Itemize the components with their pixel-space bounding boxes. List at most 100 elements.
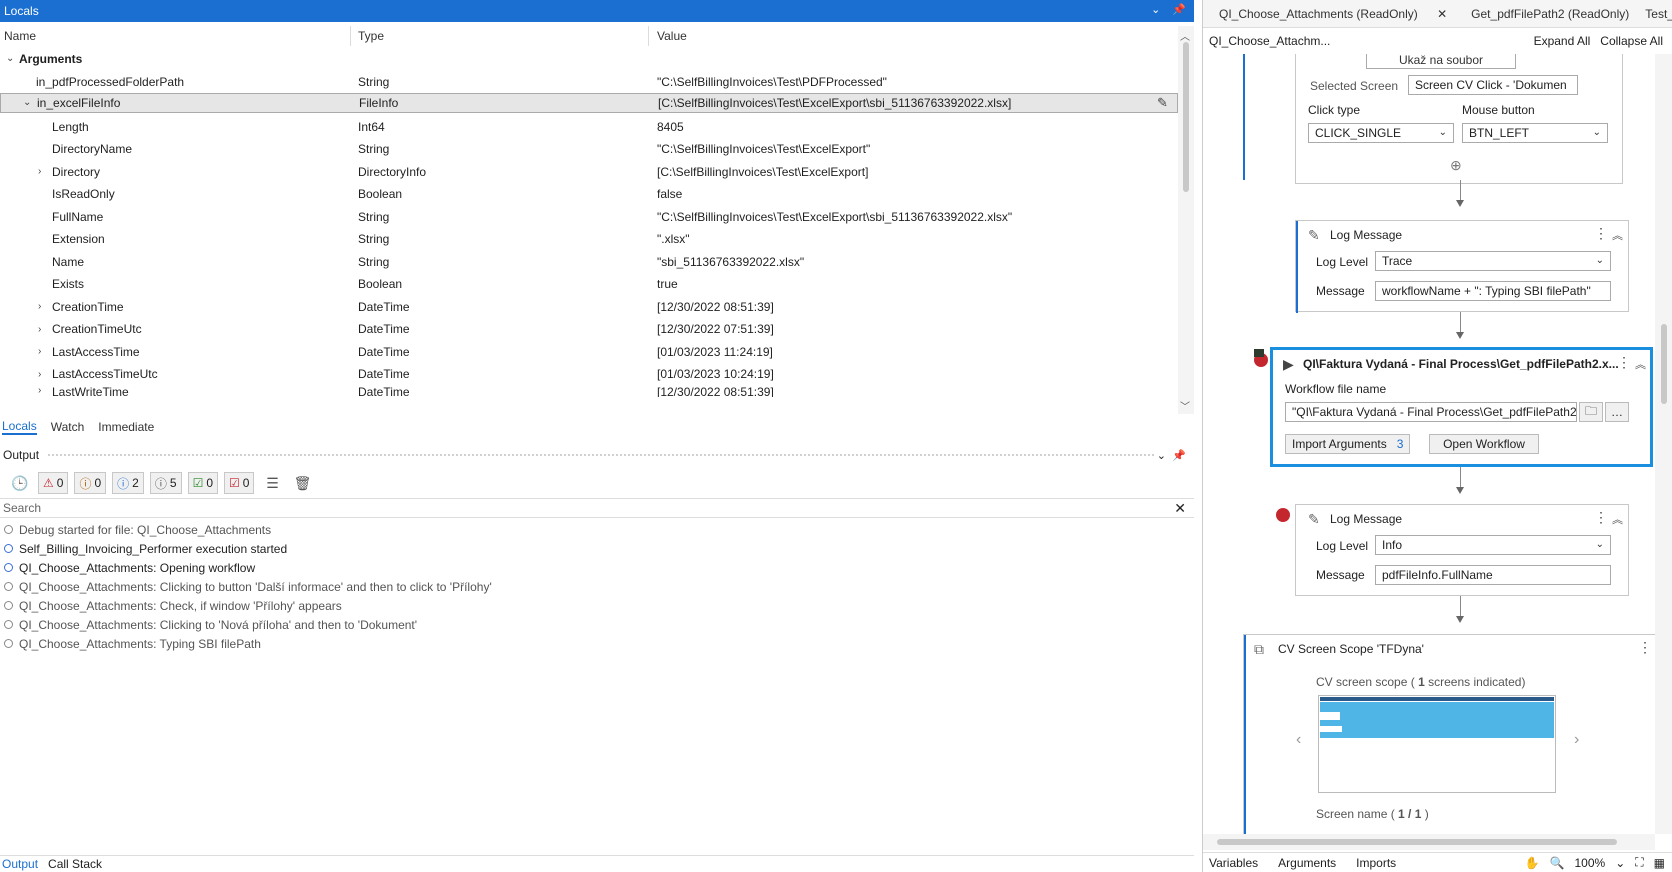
log-entry[interactable]: QI_Choose_Attachments: Clicking to butto… — [4, 577, 492, 596]
filter-success-button[interactable]: ☑ 0 — [187, 472, 219, 494]
collapse-icon[interactable]: ︽ — [1612, 227, 1623, 243]
tab-locals[interactable]: Locals — [2, 419, 37, 435]
chevron-right-icon[interactable]: › — [38, 166, 48, 177]
collapse-all-link[interactable]: Collapse All — [1600, 34, 1663, 48]
message-input[interactable]: pdfFileInfo.FullName — [1375, 565, 1611, 585]
chevron-down-icon[interactable]: ⌄ — [1615, 856, 1625, 870]
tab-get-pdf-file-path[interactable]: Get_pdfFilePath2 (ReadOnly) — [1463, 7, 1637, 21]
log-entry[interactable]: Debug started for file: QI_Choose_Attach… — [4, 520, 271, 539]
table-row[interactable]: DirectoryName String "C:\SelfBillingInvoic… — [0, 138, 1178, 161]
column-separator[interactable] — [648, 26, 649, 46]
table-row[interactable]: › CreationTime DateTime [12/30/2022 08:51:3… — [0, 295, 1178, 318]
edit-icon[interactable]: ✎ — [1157, 94, 1168, 112]
cell-value[interactable]: [12/30/2022 08:51:39] — [657, 300, 774, 314]
chevron-right-icon[interactable]: › — [38, 301, 48, 312]
column-name-header[interactable]: Name — [4, 26, 36, 46]
cell-value[interactable]: "C:\SelfBillingInvoices\Test\ExcelExport… — [657, 210, 1012, 224]
mouse-button-select[interactable]: BTN_LEFT ⌄ — [1462, 123, 1608, 143]
designer-horizontal-scrollbar[interactable] — [1203, 834, 1655, 850]
message-input[interactable]: workflowName + ": Typing SBI filePath" — [1375, 281, 1611, 301]
fit-screen-icon[interactable]: ⛶ — [1635, 855, 1643, 870]
table-row[interactable]: Extension String ".xlsx" — [0, 228, 1178, 251]
table-row[interactable]: IsReadOnly Boolean false — [0, 183, 1178, 206]
chevron-right-icon[interactable]: › — [38, 346, 48, 357]
dropdown-icon[interactable]: ⌄ — [1157, 449, 1166, 462]
log-level-select[interactable]: Info ⌄ — [1375, 535, 1611, 555]
pin-icon[interactable]: 📌 — [1172, 449, 1186, 462]
cell-value[interactable]: [12/30/2022 08:51:39] — [657, 385, 774, 397]
chevron-right-icon[interactable]: › — [38, 385, 48, 396]
more-icon[interactable]: ⋮ — [1594, 225, 1608, 242]
collapse-icon[interactable]: ︽ — [1635, 356, 1646, 372]
tab-watch[interactable]: Watch — [51, 420, 85, 434]
click-type-select[interactable]: CLICK_SINGLE ⌄ — [1308, 123, 1454, 143]
log-message-card[interactable]: ✎ Log Message ⋮ ︽ Log Level Info ⌄ Messag… — [1295, 504, 1629, 596]
table-row[interactable]: › Directory DirectoryInfo [C:\SelfBillingIn… — [0, 160, 1178, 183]
add-activity-icon[interactable]: ⊕ — [1450, 157, 1462, 174]
output-search-bar[interactable]: Search ✕ — [0, 498, 1194, 518]
filter-info-button[interactable]: ⓘ 2 — [112, 472, 144, 494]
imports-tab[interactable]: Imports — [1356, 856, 1396, 870]
tab-immediate[interactable]: Immediate — [98, 420, 154, 434]
search-input[interactable]: Search — [3, 501, 41, 515]
cell-value[interactable]: "C:\SelfBillingInvoices\Test\PDFProcesse… — [657, 75, 887, 89]
chevron-down-icon[interactable]: ⌄ — [23, 94, 33, 112]
table-row[interactable]: in_pdfProcessedFolderPath String "C:\SelfB… — [0, 70, 1178, 93]
expand-all-link[interactable]: Expand All — [1534, 34, 1591, 48]
breakpoint-icon[interactable] — [1276, 508, 1290, 522]
log-entry[interactable]: QI_Choose_Attachments: Check, if window … — [4, 596, 342, 615]
filter-fail-button[interactable]: ☑ 0 — [224, 472, 255, 494]
overview-icon[interactable]: ▦ — [1654, 856, 1665, 870]
chevron-right-icon[interactable]: › — [38, 324, 48, 335]
workflow-file-input[interactable]: "QI\Faktura Vydaná - Final Process\Get_p… — [1285, 402, 1577, 422]
zoom-level[interactable]: 100% — [1574, 856, 1605, 870]
folder-icon[interactable]: 🗀 — [1579, 402, 1603, 422]
table-row[interactable]: Length Int64 8405 — [0, 115, 1178, 138]
more-options-button[interactable]: … — [1605, 402, 1629, 422]
cell-value[interactable]: false — [657, 187, 682, 201]
log-entry[interactable]: Self_Billing_Invoicing_Performer executi… — [4, 539, 287, 558]
cell-value[interactable]: ".xlsx" — [657, 232, 690, 246]
table-row[interactable]: › LastAccessTimeUtc DateTime [01/03/2023 10… — [0, 363, 1178, 386]
arguments-tab[interactable]: Arguments — [1278, 856, 1336, 870]
chevron-right-icon[interactable]: › — [1574, 731, 1579, 749]
filter-errors-button[interactable]: ⚠ 0 — [38, 472, 69, 494]
clock-icon[interactable]: 🕒 — [8, 472, 32, 494]
scroll-up-icon[interactable]: ︿ — [1180, 28, 1190, 43]
chevron-right-icon[interactable]: › — [38, 369, 48, 380]
variables-tab[interactable]: Variables — [1209, 856, 1258, 870]
cell-value[interactable]: [01/03/2023 10:24:19] — [657, 367, 774, 381]
cell-value[interactable]: [C:\SelfBillingInvoices\Test\ExcelExport… — [658, 94, 1011, 112]
cell-value[interactable]: [C:\SelfBillingInvoices\Test\ExcelExport… — [657, 165, 868, 179]
scroll-thumb[interactable] — [1183, 42, 1189, 192]
tab-output[interactable]: Output — [2, 857, 38, 871]
designer-vertical-scrollbar[interactable] — [1655, 54, 1672, 834]
close-icon[interactable]: ✕ — [1174, 500, 1186, 517]
more-icon[interactable]: ⋮ — [1594, 509, 1608, 526]
table-row[interactable]: FullName String "C:\SelfBillingInvoices\Te… — [0, 205, 1178, 228]
locals-scrollbar[interactable]: ︿ ﹀ — [1178, 26, 1194, 414]
cell-value[interactable]: 8405 — [657, 120, 684, 134]
log-entry[interactable]: QI_Choose_Attachments: Clicking to 'Nová… — [4, 615, 417, 634]
zoom-icon[interactable]: 🔍 — [1550, 856, 1565, 870]
hand-icon[interactable]: ✋ — [1525, 856, 1540, 870]
tab-test[interactable]: Test_ — [1637, 7, 1672, 21]
log-message-card[interactable]: ✎ Log Message ⋮ ︽ Log Level Trace ⌄ Messa… — [1295, 220, 1629, 313]
cell-value[interactable]: [01/03/2023 11:24:19] — [657, 345, 773, 359]
table-row[interactable]: Name String "sbi_51136763392022.xlsx" — [0, 250, 1178, 273]
cell-value[interactable]: [12/30/2022 07:51:39] — [657, 322, 774, 336]
more-icon[interactable]: ⋮ — [1638, 639, 1652, 656]
tab-qi-choose-attachments[interactable]: QI_Choose_Attachments (ReadOnly) ✕ — [1203, 7, 1463, 21]
pin-icon[interactable]: 📌 — [1172, 3, 1186, 16]
click-activity-card[interactable]: Ukaž na soubor Selected Screen Screen CV… — [1295, 54, 1623, 184]
log-level-select[interactable]: Trace ⌄ — [1375, 251, 1611, 271]
column-separator[interactable] — [350, 26, 351, 46]
breadcrumb[interactable]: QI_Choose_Attachm... — [1209, 34, 1330, 48]
chevron-left-icon[interactable]: ‹ — [1296, 731, 1301, 749]
close-icon[interactable]: ✕ — [1429, 7, 1455, 21]
filter-warnings-button[interactable]: ⓘ 0 — [74, 472, 107, 494]
open-workflow-button[interactable]: Open Workflow — [1429, 434, 1539, 454]
chevron-down-icon[interactable]: ⌄ — [6, 53, 16, 64]
tab-call-stack[interactable]: Call Stack — [48, 857, 102, 871]
play-icon[interactable]: ▶ — [1283, 356, 1294, 373]
